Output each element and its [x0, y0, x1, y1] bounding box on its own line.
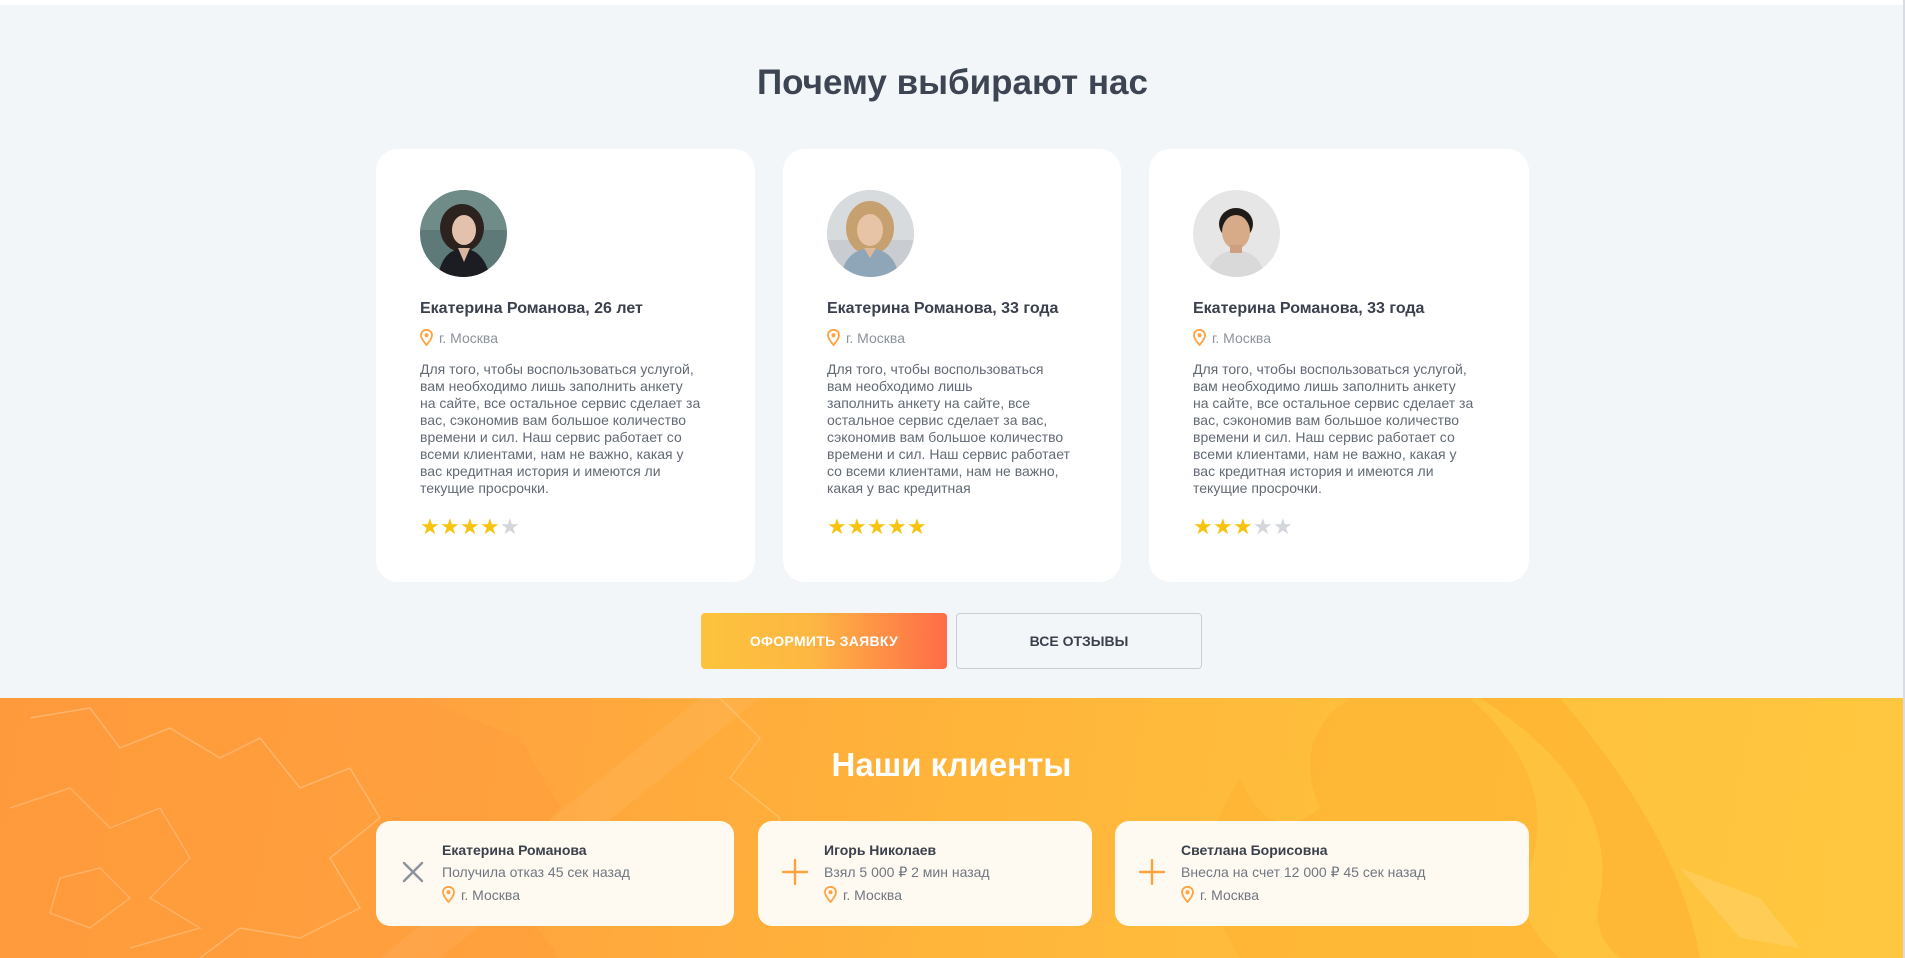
reviewer-name: Екатерина Романова, 33 года	[827, 300, 1059, 317]
review-text-line: времени и сил. Наш сервис работает со	[1193, 429, 1455, 445]
review-text-line: всеми клиентами, нам не важно, какая у	[420, 446, 684, 462]
client-city-label: г. Москва	[843, 886, 902, 903]
star-filled-icon: ★	[907, 514, 927, 539]
star-filled-icon: ★	[420, 514, 440, 539]
reviewer-name: Екатерина Романова, 26 лет	[420, 300, 643, 317]
reviewer-city: г. Москва	[827, 329, 905, 346]
review-card: Екатерина Романова, 33 года г. Москва Дл…	[783, 149, 1121, 582]
review-text: Для того, чтобы воспользоваться вам необ…	[827, 361, 1070, 497]
reviewer-city-label: г. Москва	[846, 329, 905, 346]
star-filled-icon: ★	[867, 514, 887, 539]
client-card: Игорь Николаев Взял 5 000 ₽ 2 мин назад …	[758, 821, 1092, 926]
star-filled-icon: ★	[827, 514, 847, 539]
review-text-line: на сайте, все остальное сервис сделает з…	[1193, 395, 1474, 411]
review-text-line: остальное сервис сделает за вас,	[827, 412, 1048, 428]
star-empty-icon: ★	[1273, 514, 1293, 539]
star-filled-icon: ★	[480, 514, 500, 539]
client-city: г. Москва	[442, 886, 520, 903]
review-text-line: какая у вас кредитная	[827, 480, 971, 496]
plus-icon	[780, 857, 810, 887]
client-name: Игорь Николаев	[824, 842, 937, 858]
client-name: Светлана Борисовна	[1181, 842, 1328, 858]
star-empty-icon: ★	[1253, 514, 1273, 539]
location-pin-icon	[827, 329, 840, 346]
location-pin-icon	[824, 886, 837, 903]
review-text-line: сэкономив вам большое количество	[827, 429, 1064, 445]
review-text: Для того, чтобы воспользоваться услугой,…	[420, 361, 700, 497]
client-city-label: г. Москва	[461, 886, 520, 903]
star-filled-icon: ★	[887, 514, 907, 539]
clients-section: Наши клиенты Екатерина Романова Получила…	[0, 698, 1903, 958]
reviewer-city-label: г. Москва	[1212, 329, 1271, 346]
location-pin-icon	[1193, 329, 1206, 346]
reviewer-city-label: г. Москва	[439, 329, 498, 346]
reviews-section: Почему выбирают нас Екатерина Романова, …	[0, 5, 1905, 698]
client-card: Светлана Борисовна Внесла на счет 12 000…	[1115, 821, 1529, 926]
location-pin-icon	[1181, 886, 1194, 903]
review-text-line: Для того, чтобы воспользоваться	[827, 361, 1044, 377]
client-name: Екатерина Романова	[442, 842, 587, 858]
review-card: Екатерина Романова, 26 лет г. Москва Для…	[376, 149, 755, 582]
star-filled-icon: ★	[1213, 514, 1233, 539]
review-text-line: вас кредитная история и имеются ли	[1193, 463, 1434, 479]
star-filled-icon: ★	[847, 514, 867, 539]
plus-icon	[1137, 857, 1167, 887]
review-text-line: текущие просрочки.	[1193, 480, 1322, 496]
client-city: г. Москва	[824, 886, 902, 903]
review-text-line: времени и сил. Наш сервис работает	[827, 446, 1070, 462]
client-status: Получила отказ 45 сек назад	[442, 864, 630, 880]
review-text-line: вам необходимо лишь заполнить анкету	[1193, 378, 1456, 394]
client-city: г. Москва	[1181, 886, 1259, 903]
review-text-line: вам необходимо лишь	[827, 378, 973, 394]
reviews-title: Почему выбирают нас	[757, 63, 1148, 102]
all-reviews-button[interactable]: ВСЕ ОТЗЫВЫ	[956, 613, 1202, 669]
review-text-line: со всеми клиентами, нам не важно,	[827, 463, 1059, 479]
review-text-line: вам необходимо лишь заполнить анкету	[420, 378, 683, 394]
rating-stars: ★ ★ ★ ★ ★	[1193, 516, 1293, 538]
client-status: Внесла на счет 12 000 ₽ 45 сек назад	[1181, 864, 1426, 880]
review-text-line: вас, сэкономив вам большое количество	[420, 412, 687, 428]
review-text-line: вас кредитная история и имеются ли	[420, 463, 661, 479]
rating-stars: ★ ★ ★ ★ ★	[420, 516, 520, 538]
review-text: Для того, чтобы воспользоваться услугой,…	[1193, 361, 1473, 497]
review-text-line: времени и сил. Наш сервис работает со	[420, 429, 682, 445]
star-filled-icon: ★	[460, 514, 480, 539]
review-card: Екатерина Романова, 33 года г. Москва Дл…	[1149, 149, 1529, 582]
clients-title: Наши клиенты	[831, 746, 1072, 783]
review-text-line: на сайте, все остальное сервис сделает з…	[420, 395, 701, 411]
star-filled-icon: ★	[1233, 514, 1253, 539]
location-pin-icon	[442, 886, 455, 903]
client-card: Екатерина Романова Получила отказ 45 сек…	[376, 821, 734, 926]
client-status: Взял 5 000 ₽ 2 мин назад	[824, 864, 990, 880]
client-city-label: г. Москва	[1200, 886, 1259, 903]
reviewer-city: г. Москва	[420, 329, 498, 346]
review-text-line: текущие просрочки.	[420, 480, 549, 496]
reviewer-name: Екатерина Романова, 33 года	[1193, 300, 1425, 317]
star-filled-icon: ★	[440, 514, 460, 539]
star-filled-icon: ★	[1193, 514, 1213, 539]
review-text-line: всеми клиентами, нам не важно, какая у	[1193, 446, 1457, 462]
location-pin-icon	[420, 329, 433, 346]
review-text-line: Для того, чтобы воспользоваться услугой,	[420, 361, 694, 377]
close-icon	[398, 857, 428, 887]
avatar	[827, 190, 914, 277]
reviewer-city: г. Москва	[1193, 329, 1271, 346]
avatar	[420, 190, 507, 277]
review-text-line: заполнить анкету на сайте, все	[827, 395, 1031, 411]
star-empty-icon: ★	[500, 514, 520, 539]
avatar	[1193, 190, 1280, 277]
apply-button[interactable]: ОФОРМИТЬ ЗАЯВКУ	[701, 613, 947, 669]
review-text-line: вас, сэкономив вам большое количество	[1193, 412, 1460, 428]
review-text-line: Для того, чтобы воспользоваться услугой,	[1193, 361, 1467, 377]
rating-stars: ★ ★ ★ ★ ★	[827, 516, 927, 538]
